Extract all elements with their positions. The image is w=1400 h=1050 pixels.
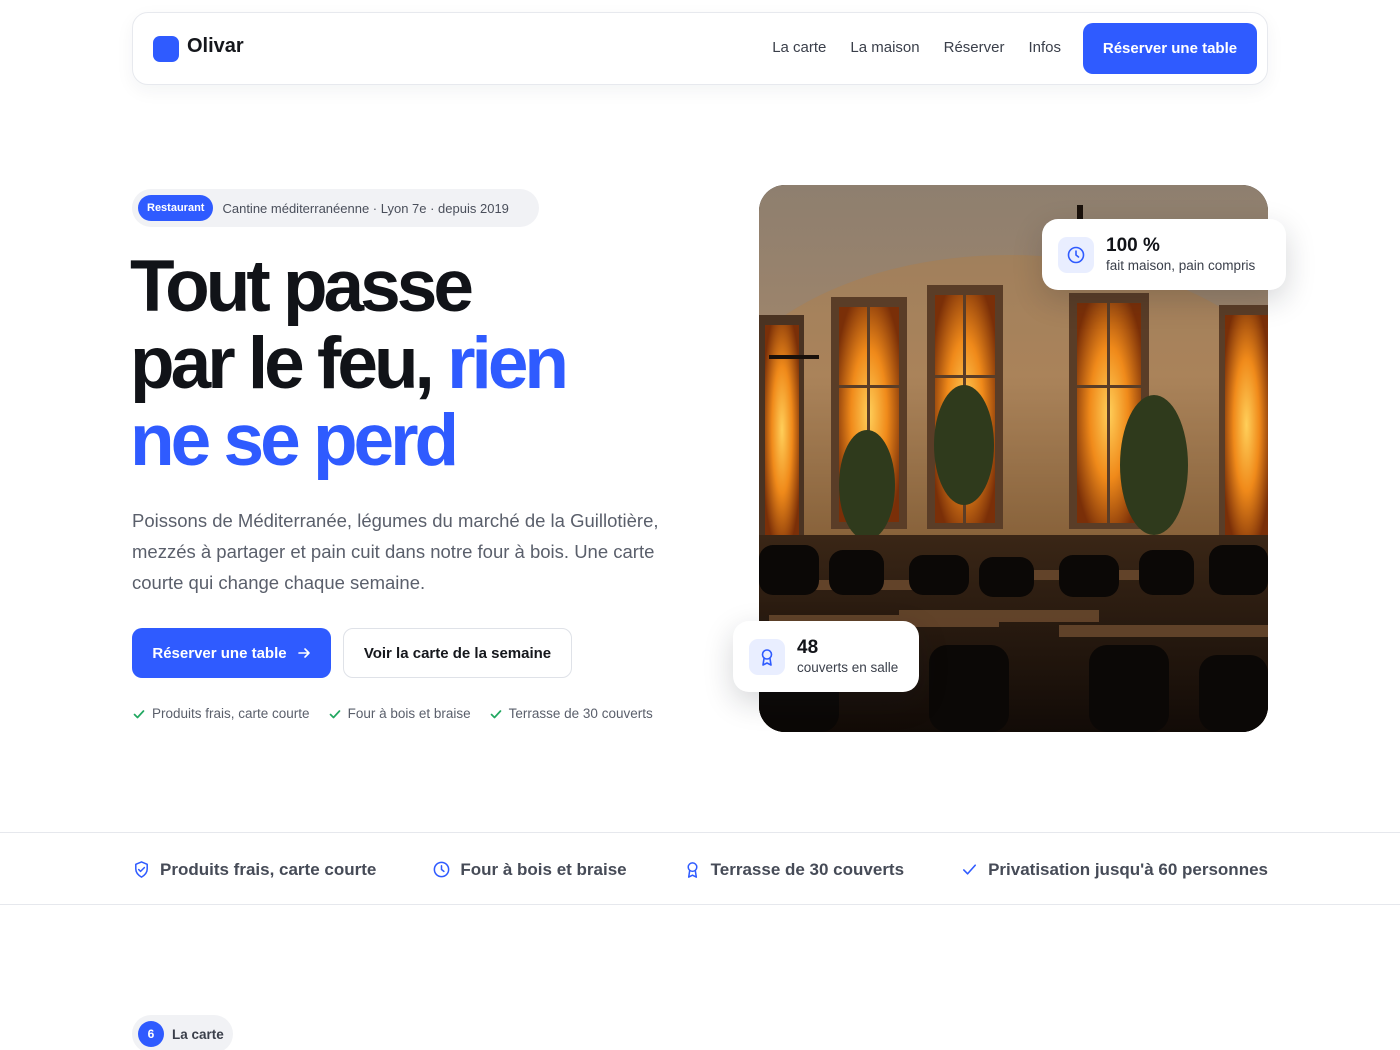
feature-strip: Produits frais, carte courte Four à bois… (0, 832, 1400, 905)
headline-line-2b: rien (447, 323, 569, 404)
stat-card-covers: 48 couverts en salle (733, 621, 919, 692)
check-item-label: Four à bois et braise (347, 706, 471, 721)
hero-eyebrow: Restaurant Cantine méditerranéenne · Lyo… (132, 189, 539, 227)
stat-value: 100 % (1106, 234, 1160, 256)
feature-item: Four à bois et braise (432, 859, 627, 880)
feature-item: Produits frais, carte courte (132, 860, 376, 880)
view-menu-button[interactable]: Voir la carte de la semaine (343, 628, 572, 678)
brand-name[interactable]: Olivar (187, 35, 244, 58)
restaurant-badge: Restaurant (138, 195, 214, 221)
stat-icon-wrap (749, 638, 785, 675)
feature-item: Terrasse de 30 couverts (683, 860, 904, 880)
feature-label: Terrasse de 30 couverts (710, 859, 905, 879)
award-icon (761, 648, 773, 666)
nav-link-reserver[interactable]: Réserver (944, 39, 1005, 56)
clock-icon (1067, 246, 1085, 263)
stat-value: 48 (797, 636, 819, 658)
stat-icon-wrap (1058, 236, 1094, 273)
section-label: La carte (172, 1026, 224, 1042)
check-item-label: Produits frais, carte courte (152, 706, 310, 721)
check-item: Terrasse de 30 couverts (489, 706, 653, 721)
hero-checklist: Produits frais, carte courte Four à bois… (132, 706, 653, 721)
nav-links: La carte La maison Réserver Infos (772, 39, 1061, 56)
nav-link-la-maison[interactable]: La maison (850, 39, 919, 56)
check-icon (963, 864, 977, 875)
section-eyebrow-la-carte: 6 La carte (132, 1015, 233, 1050)
headline-line-1: Tout passe (130, 246, 474, 327)
top-navbar: Olivar La carte La maison Réserver Infos… (132, 12, 1268, 85)
headline-line-2a: par le feu, (130, 323, 435, 404)
check-icon (133, 709, 145, 718)
hero-headline: Tout passe par le feu, rien ne se perd (130, 248, 730, 479)
clock-icon (433, 861, 450, 878)
reserve-table-button[interactable]: Réserver une table (132, 628, 331, 678)
check-item-label: Terrasse de 30 couverts (508, 706, 653, 721)
feature-label: Four à bois et braise (460, 859, 627, 879)
feature-label: Produits frais, carte courte (160, 859, 377, 879)
brand-logo-icon[interactable] (153, 36, 179, 62)
check-icon (329, 709, 340, 718)
nav-link-la-carte[interactable]: La carte (772, 39, 826, 56)
hero-description: Poissons de Méditerranée, légumes du mar… (132, 510, 659, 593)
check-icon (490, 709, 501, 718)
check-item: Produits frais, carte courte (132, 706, 310, 721)
reserve-table-label: Réserver une table (152, 644, 287, 662)
award-icon (687, 862, 698, 878)
nav-reserve-button[interactable]: Réserver une table (1083, 23, 1257, 74)
shield-check-icon (135, 861, 148, 878)
stat-label: fait maison, pain compris (1106, 257, 1256, 273)
stat-card-homemade: 100 % fait maison, pain compris (1042, 219, 1286, 290)
feature-item: Privatisation jusqu'à 60 personnes (960, 860, 1268, 880)
feature-label: Privatisation jusqu'à 60 personnes (988, 859, 1268, 879)
headline-line-3: ne se perd (130, 400, 459, 481)
stat-label: couverts en salle (797, 659, 899, 675)
section-number-badge: 6 (138, 1021, 164, 1047)
arrow-right-icon (297, 648, 310, 658)
check-item: Four à bois et braise (328, 706, 471, 721)
hero-tagline: Cantine méditerranéenne · Lyon 7e · depu… (222, 200, 509, 216)
nav-link-infos[interactable]: Infos (1028, 39, 1061, 56)
